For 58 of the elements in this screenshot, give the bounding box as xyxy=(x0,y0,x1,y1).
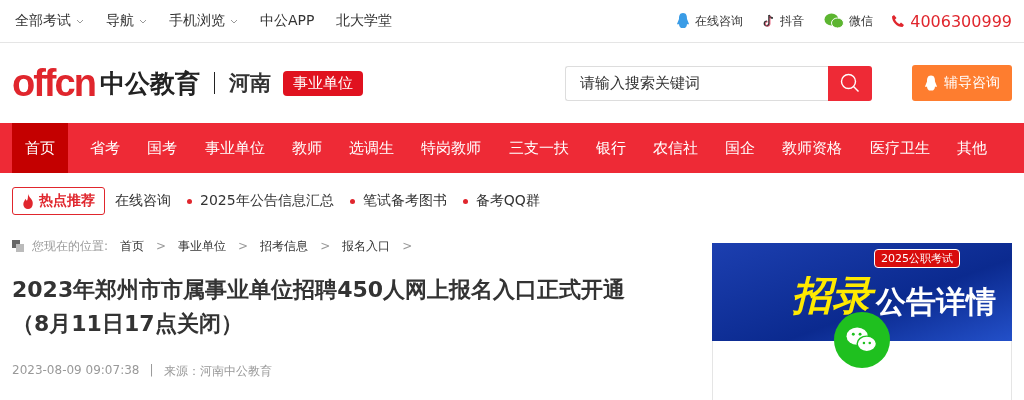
hot-label: 热点推荐 xyxy=(12,187,105,215)
article-title: 2023年郑州市市属事业单位招聘450人网上报名入口正式开通（8月11日17点关闭） xyxy=(12,276,627,338)
breadcrumb-separator: > xyxy=(402,239,413,253)
logo-name: 中公教育 xyxy=(99,67,200,100)
logo-mark[interactable]: offcn xyxy=(12,61,95,105)
banner-tag: 2025公职考试 xyxy=(874,249,960,268)
music-note-icon xyxy=(763,14,776,28)
top-link[interactable]: 导航 xyxy=(106,12,147,30)
nav-tab[interactable]: 特岗教师 xyxy=(416,123,487,173)
nav-tab[interactable]: 其他 xyxy=(951,123,992,173)
location-icon xyxy=(12,240,24,252)
hot-link[interactable]: 在线咨询 xyxy=(115,192,171,210)
nav-tab[interactable]: 省考 xyxy=(85,123,126,173)
breadcrumb-link[interactable]: 首页 xyxy=(120,237,145,255)
article-source: 来源：河南中公教育 xyxy=(163,363,272,380)
region-label: 河南 xyxy=(228,70,271,97)
nav-tab[interactable]: 国考 xyxy=(142,123,183,173)
breadcrumb-link[interactable]: 事业单位 xyxy=(178,237,227,255)
penguin-icon xyxy=(676,13,691,29)
nav-tab[interactable]: 三支一扶 xyxy=(503,123,574,173)
phone-icon xyxy=(891,14,906,28)
nav-tab[interactable]: 教师 xyxy=(286,123,327,173)
nav-tab[interactable]: 教师资格 xyxy=(777,123,848,173)
breadcrumb-link[interactable]: 报名入口 xyxy=(342,237,391,255)
penguin-icon xyxy=(924,74,938,92)
banner-subheadline: 公告详情 xyxy=(876,284,996,321)
breadcrumb-link[interactable]: 招考信息 xyxy=(260,237,309,255)
nav-tab[interactable]: 医疗卫生 xyxy=(864,123,935,173)
contact-link[interactable]: 4006300999 xyxy=(891,11,1012,31)
contact-link[interactable]: 微信 xyxy=(824,12,874,30)
nav-tab[interactable]: 事业单位 xyxy=(199,123,270,173)
breadcrumb-separator: > xyxy=(320,239,331,253)
flame-icon xyxy=(22,193,34,209)
promo-banner[interactable]: 2025公职考试 招录公告详情 xyxy=(712,243,1012,341)
category-badge: 事业单位 xyxy=(282,70,363,96)
nav-tab[interactable]: 选调生 xyxy=(344,123,400,173)
top-link[interactable]: 手机浏览 xyxy=(169,12,238,30)
top-link[interactable]: 北大学堂 xyxy=(336,12,393,30)
hot-link[interactable]: 笔试备考图书 xyxy=(349,192,447,210)
meta-divider: | xyxy=(149,363,154,379)
nav-tab[interactable]: 首页 xyxy=(12,123,68,173)
hot-link[interactable]: 2025年公告信息汇总 xyxy=(187,192,334,210)
publish-date: 2023-08-09 09:07:38 xyxy=(12,363,140,379)
breadcrumb-separator: > xyxy=(156,239,167,253)
breadcrumb-separator: > xyxy=(238,239,249,253)
nav-tab[interactable]: 农信社 xyxy=(647,123,703,173)
search-button[interactable] xyxy=(828,65,872,101)
nav-tab[interactable]: 银行 xyxy=(590,123,631,173)
breadcrumb-label: 您现在的位置: xyxy=(32,237,109,255)
search-icon xyxy=(840,73,860,93)
top-link[interactable]: 全部考试 xyxy=(15,12,84,30)
top-link[interactable]: 中公APP xyxy=(260,12,315,30)
chat-bubbles-icon xyxy=(824,13,845,29)
contact-link[interactable]: 在线咨询 xyxy=(676,12,744,30)
nav-tab[interactable]: 国企 xyxy=(720,123,761,173)
contact-link[interactable]: 抖音 xyxy=(763,12,805,30)
hot-link[interactable]: 备考QQ群 xyxy=(462,192,540,210)
search-field[interactable]: 请输入搜索关键词 xyxy=(565,65,828,101)
